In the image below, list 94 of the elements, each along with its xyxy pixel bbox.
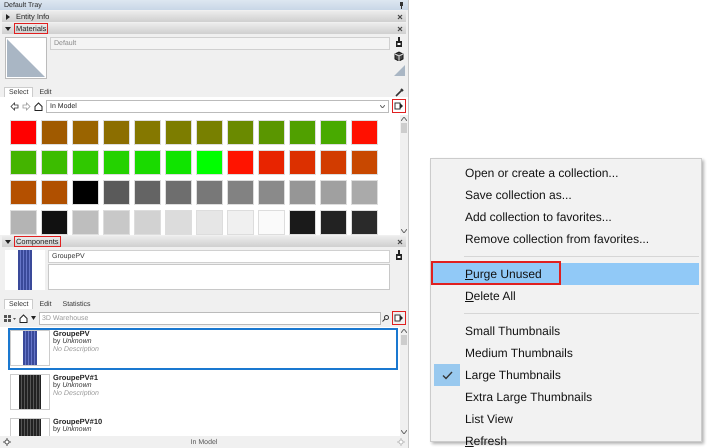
close-icon[interactable]	[397, 238, 403, 244]
grid-view-icon[interactable]	[4, 314, 16, 322]
material-swatch[interactable]	[10, 120, 37, 145]
triangle-swatch-icon[interactable]	[394, 65, 404, 76]
collapse-triangle-icon[interactable]	[5, 26, 11, 32]
material-swatch[interactable]	[196, 150, 223, 175]
material-swatch[interactable]	[165, 210, 192, 235]
material-swatch[interactable]	[351, 210, 378, 235]
material-swatch[interactable]	[196, 120, 223, 145]
expand-triangle-icon[interactable]	[5, 14, 11, 20]
details-button[interactable]	[392, 99, 406, 113]
material-swatch[interactable]	[227, 210, 254, 235]
material-swatch[interactable]	[258, 210, 285, 235]
material-swatch[interactable]	[134, 120, 161, 145]
home-icon[interactable]	[19, 314, 28, 322]
material-swatch[interactable]	[196, 210, 223, 235]
scroll-thumb[interactable]	[401, 123, 407, 133]
material-swatch[interactable]	[289, 120, 316, 145]
scroll-thumb[interactable]	[401, 335, 407, 345]
pin-icon[interactable]	[399, 2, 404, 8]
details-arrow-icon	[394, 101, 404, 111]
material-swatch[interactable]	[103, 150, 130, 175]
collapse-triangle-icon[interactable]	[5, 238, 11, 244]
material-swatch[interactable]	[258, 180, 285, 205]
material-swatch[interactable]	[289, 180, 316, 205]
material-swatch[interactable]	[103, 120, 130, 145]
menu-item[interactable]: Purge Unused	[433, 263, 699, 285]
back-icon[interactable]	[10, 102, 19, 110]
material-swatch[interactable]	[10, 210, 37, 235]
material-swatch[interactable]	[72, 180, 99, 205]
material-swatch[interactable]	[72, 210, 99, 235]
material-swatch[interactable]	[134, 180, 161, 205]
material-swatch[interactable]	[351, 120, 378, 145]
material-swatch[interactable]	[227, 150, 254, 175]
material-swatch[interactable]	[258, 150, 285, 175]
scrollbar[interactable]	[400, 327, 408, 436]
menu-item[interactable]: Delete All	[433, 285, 699, 307]
material-swatch[interactable]	[10, 150, 37, 175]
material-swatch[interactable]	[72, 150, 99, 175]
menu-item[interactable]: Extra Large Thumbnails	[433, 386, 699, 408]
menu-item[interactable]: Refresh	[433, 430, 699, 448]
material-swatch[interactable]	[103, 210, 130, 235]
component-thumbnail	[5, 250, 45, 290]
material-swatch[interactable]	[227, 180, 254, 205]
close-icon[interactable]	[397, 26, 403, 32]
material-swatch[interactable]	[320, 150, 347, 175]
details-arrow-icon	[394, 313, 404, 323]
material-swatch[interactable]	[320, 180, 347, 205]
material-swatch[interactable]	[351, 180, 378, 205]
material-thumbnail	[5, 37, 47, 79]
search-icon[interactable]	[382, 314, 389, 322]
material-swatch[interactable]	[165, 120, 192, 145]
material-swatch[interactable]	[103, 180, 130, 205]
menu-item[interactable]: Remove collection from favorites...	[433, 228, 699, 250]
material-swatch[interactable]	[289, 210, 316, 235]
material-swatch[interactable]	[134, 150, 161, 175]
material-swatch[interactable]	[227, 120, 254, 145]
target-icon[interactable]	[3, 438, 11, 446]
material-swatch[interactable]	[41, 180, 68, 205]
scroll-down-icon[interactable]	[401, 229, 407, 233]
menu-item[interactable]: Open or create a collection...	[433, 162, 699, 184]
material-swatch[interactable]	[320, 120, 347, 145]
menu-item[interactable]: Large Thumbnails	[433, 364, 699, 386]
material-swatch[interactable]	[41, 210, 68, 235]
close-icon[interactable]	[397, 14, 403, 20]
material-swatch[interactable]	[196, 180, 223, 205]
scrollbar[interactable]	[400, 115, 408, 235]
material-swatch[interactable]	[165, 150, 192, 175]
dropdown-arrow-icon[interactable]	[31, 316, 36, 320]
menu-item[interactable]: Add collection to favorites...	[433, 206, 699, 228]
material-swatch[interactable]	[10, 180, 37, 205]
menu-item[interactable]: Save collection as...	[433, 184, 699, 206]
cube-icon[interactable]	[394, 51, 404, 61]
material-swatch[interactable]	[165, 180, 192, 205]
material-swatch[interactable]	[258, 120, 285, 145]
menu-item[interactable]: Medium Thumbnails	[433, 342, 699, 364]
material-swatch[interactable]	[289, 150, 316, 175]
chevron-down-icon	[380, 104, 385, 108]
material-swatch[interactable]	[320, 210, 347, 235]
menu-item[interactable]: List View	[433, 408, 699, 430]
material-swatch[interactable]	[41, 150, 68, 175]
forward-icon[interactable]	[22, 102, 31, 110]
details-button[interactable]	[392, 311, 406, 325]
home-icon[interactable]	[34, 102, 43, 110]
menu-item[interactable]: Small Thumbnails	[433, 320, 699, 342]
description-field[interactable]	[48, 264, 390, 290]
eyedropper-icon[interactable]	[395, 88, 404, 97]
material-swatch[interactable]	[134, 210, 161, 235]
material-swatch[interactable]	[72, 120, 99, 145]
scroll-up-icon[interactable]	[401, 329, 407, 333]
material-swatch[interactable]	[41, 120, 68, 145]
material-swatch[interactable]	[351, 150, 378, 175]
scroll-down-icon[interactable]	[401, 430, 407, 434]
scroll-up-icon[interactable]	[401, 117, 407, 121]
